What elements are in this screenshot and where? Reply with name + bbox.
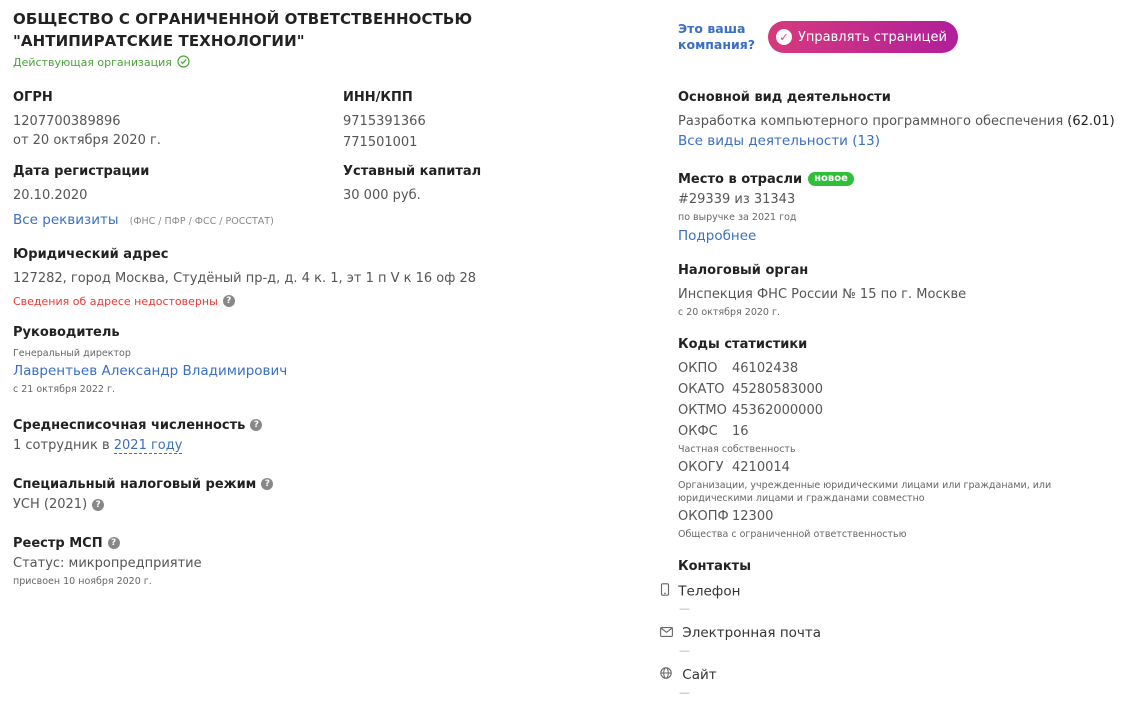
headcount-row: 1 сотрудник в 2021 году: [13, 438, 183, 454]
address-warning-row: Сведения об адресе недостоверны?: [13, 290, 235, 309]
site-value: —: [679, 686, 690, 699]
kpp-value: 771501001: [343, 135, 418, 150]
okpo-key: ОКПО: [678, 361, 718, 376]
head-name-link[interactable]: Лаврентьев Александр Владимирович: [13, 363, 287, 379]
manage-page-label: Управлять страницей: [798, 29, 947, 45]
registration-label: Дата регистрации: [13, 164, 150, 179]
details-note: (ФНС / ПФР / ФСС / РОССТАТ): [129, 216, 274, 227]
msp-since: присвоен 10 ноября 2020 г.: [13, 576, 152, 587]
msp-status: Статус: микропредприятие: [13, 556, 202, 571]
company-name: ОБЩЕСТВО С ОГРАНИЧЕННОЙ ОТВЕТСТВЕННОСТЬЮ…: [13, 10, 473, 50]
help-icon[interactable]: ?: [107, 536, 120, 549]
help-icon[interactable]: ?: [261, 477, 274, 490]
okogu-value: 4210014: [732, 460, 790, 475]
registration-date: 20.10.2020: [13, 188, 88, 203]
claim-question-line2: компания?: [678, 37, 756, 52]
tax-office-since: с 20 октября 2020 г.: [678, 307, 780, 318]
okfs-value: 16: [732, 424, 749, 439]
address-value: 127282, город Москва, Студёный пр-д, д. …: [13, 271, 477, 286]
msp-label-row: Реестр МСП?: [13, 532, 120, 551]
inn-value: 9715391366: [343, 114, 426, 129]
tax-regime-label: Специальный налоговый режим: [13, 477, 257, 492]
rank-more-link[interactable]: Подробнее: [678, 228, 756, 244]
oktmo-row: ОКТМО 45362000000: [678, 403, 823, 418]
headcount-label: Среднесписочная численность: [13, 418, 246, 433]
site-row: Сайт: [660, 667, 717, 683]
new-badge: новое: [808, 171, 854, 186]
all-activities-link[interactable]: Все виды деятельности (13): [678, 133, 880, 149]
site-label: Сайт: [682, 667, 717, 683]
okogu-note-line2: юридическими лицами и гражданами совмест…: [678, 493, 925, 504]
ogrn-value: 1207700389896: [13, 114, 121, 129]
headcount-prefix: 1 сотрудник в: [13, 438, 110, 453]
okopf-row: ОКОПФ 12300: [678, 509, 773, 524]
oktmo-key: ОКТМО: [678, 403, 727, 418]
activity-code: (62.01): [1067, 114, 1115, 129]
tax-regime-label-row: Специальный налоговый режим?: [13, 473, 274, 492]
phone-icon: [660, 583, 674, 600]
okato-row: ОКАТО 45280583000: [678, 382, 823, 397]
capital-label: Уставный капитал: [343, 164, 482, 179]
stats-label: Коды статистики: [678, 337, 808, 352]
status-text: Действующая организация: [13, 56, 172, 69]
envelope-icon: [660, 625, 678, 641]
status-row: Действующая организация: [13, 55, 190, 71]
check-icon: ✓: [776, 29, 792, 45]
address-warning: Сведения об адресе недостоверны: [13, 295, 218, 308]
rank-note: по выручке за 2021 год: [678, 212, 797, 223]
capital-value: 30 000 руб.: [343, 188, 421, 203]
okpo-row: ОКПО 46102438: [678, 361, 798, 376]
okato-key: ОКАТО: [678, 382, 725, 397]
tax-office-value: Инспекция ФНС России № 15 по г. Москве: [678, 287, 967, 302]
all-details-row: Все реквизиты (ФНС / ПФР / ФСС / РОССТАТ…: [13, 209, 274, 228]
okogu-row: ОКОГУ 4210014: [678, 460, 790, 475]
rank-label-row: Место в отрасли новое: [678, 168, 854, 187]
okfs-row: ОКФС 16: [678, 424, 749, 439]
globe-icon: [660, 667, 678, 683]
all-details-link[interactable]: Все реквизиты: [13, 212, 119, 228]
email-value: —: [679, 644, 690, 657]
phone-row: Телефон: [660, 583, 740, 600]
ogrn-label: ОГРН: [13, 90, 53, 105]
okopf-note: Общества с ограниченной ответственностью: [678, 529, 907, 540]
okopf-value: 12300: [732, 509, 774, 524]
oktmo-value: 45362000000: [732, 403, 823, 418]
inn-kpp-label: ИНН/КПП: [343, 90, 413, 105]
help-icon[interactable]: ?: [222, 294, 235, 307]
activity-label: Основной вид деятельности: [678, 90, 891, 105]
phone-label: Телефон: [678, 583, 741, 600]
check-circle-icon: [177, 55, 190, 71]
rank-value: #29339 из 31343: [678, 192, 796, 207]
okopf-key: ОКОПФ: [678, 509, 729, 524]
tax-regime-row: УСН (2021)?: [13, 497, 105, 512]
okpo-value: 46102438: [732, 361, 799, 376]
email-row: Электронная почта: [660, 625, 821, 641]
head-label: Руководитель: [13, 325, 120, 340]
manage-page-button[interactable]: ✓ Управлять страницей: [768, 21, 958, 53]
head-position: Генеральный директор: [13, 348, 131, 359]
okfs-note: Частная собственность: [678, 444, 796, 455]
address-label: Юридический адрес: [13, 247, 169, 262]
help-icon[interactable]: ?: [250, 418, 263, 431]
headcount-year-link[interactable]: 2021 году: [113, 438, 183, 454]
head-since: с 21 октября 2022 г.: [13, 384, 115, 395]
okogu-key: ОКОГУ: [678, 460, 724, 475]
headcount-label-row: Среднесписочная численность?: [13, 414, 263, 433]
claim-question: Это ваша компания?: [678, 21, 755, 53]
msp-label: Реестр МСП: [13, 536, 103, 551]
help-icon[interactable]: ?: [92, 498, 105, 511]
email-label: Электронная почта: [682, 625, 822, 641]
ogrn-date: от 20 октября 2020 г.: [13, 133, 161, 148]
activity-row: Разработка компьютерного программного об…: [678, 114, 1115, 129]
contacts-label: Контакты: [678, 559, 751, 574]
okato-value: 45280583000: [732, 382, 823, 397]
rank-label: Место в отрасли: [678, 172, 803, 187]
phone-value: —: [679, 602, 690, 615]
okfs-key: ОКФС: [678, 424, 718, 439]
okogu-note-line1: Организации, учрежденные юридическими ли…: [678, 480, 1052, 491]
tax-regime-value: УСН (2021): [13, 497, 88, 512]
claim-question-line1: Это ваша: [678, 21, 746, 36]
tax-office-label: Налоговый орган: [678, 263, 809, 278]
activity-value: Разработка компьютерного программного об…: [678, 114, 1064, 129]
